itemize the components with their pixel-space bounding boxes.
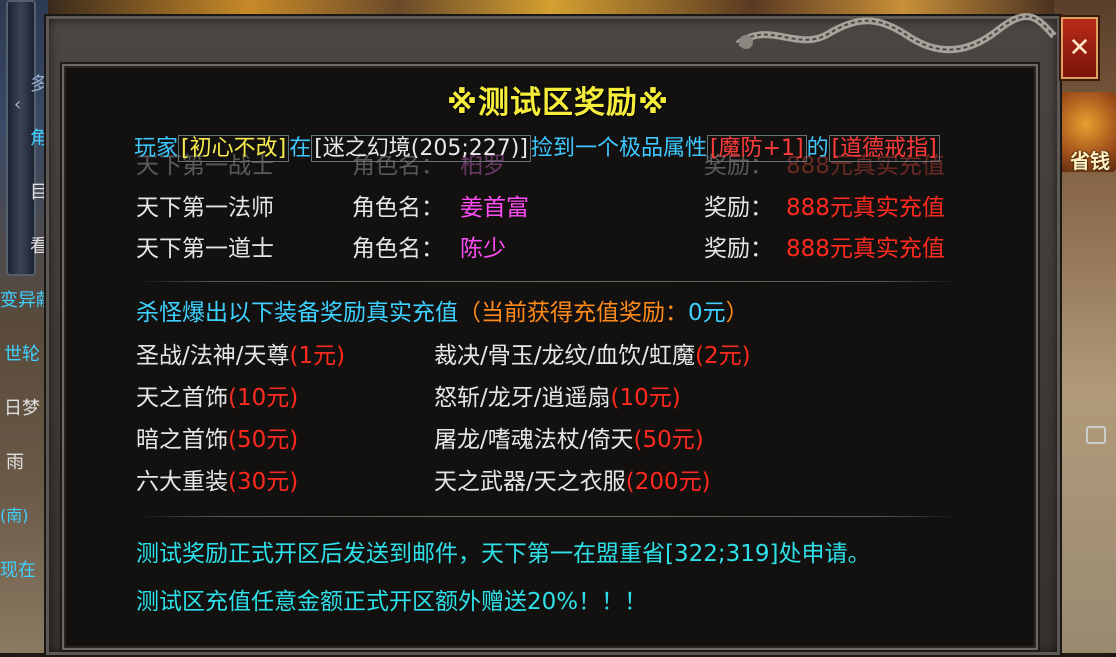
ranking-title: 天下第一道士: [136, 236, 274, 262]
note-text: 测试奖励正式开区后发送到邮件，天下第一在盟重省[322;319]处申请。: [136, 541, 871, 567]
drop-reward-item: 怒斩/龙牙/逍遥扇(10元): [434, 385, 681, 411]
current-reward-suffix: ）: [725, 300, 749, 326]
background-chat-text: 雨: [6, 452, 24, 473]
ranking-name-label: 角色名：: [352, 236, 444, 262]
broadcast-message: 玩家 [初心不改] 在 [迷之幻境(205;227)] 捡到一个极品属性 [魔防+1] 的[…: [134, 132, 940, 166]
ranking-name: 陈少: [460, 236, 506, 262]
broadcast-at: 在: [289, 136, 312, 161]
drop-reward-item: 六大重装(30元): [136, 469, 299, 495]
broadcast-picked: 捡到一个极品属性: [530, 136, 707, 161]
section-divider: [136, 516, 960, 517]
broadcast-player[interactable]: [初心不改]: [178, 135, 290, 162]
current-reward-value: 0元: [688, 300, 726, 326]
chat-icon[interactable]: [1086, 426, 1106, 444]
dragon-ornament-icon: [735, 13, 1057, 54]
close-icon: ✕: [1068, 33, 1091, 63]
background-chat-text: 现在: [0, 560, 36, 581]
drop-rewards-heading: 杀怪爆出以下装备奖励真实充值（当前获得充值奖励：0元）: [136, 299, 749, 327]
drop-reward-item: 圣战/法神/天尊(1元): [136, 343, 346, 369]
background-chat-text: 日梦: [4, 398, 40, 419]
drop-reward-item: 屠龙/嗜魂法杖/倚天(50元): [434, 427, 704, 453]
ranking-title: 天下第一法师: [136, 195, 274, 221]
broadcast-map[interactable]: [迷之幻境(205;227)]: [311, 135, 531, 162]
broadcast-prefix: 玩家: [134, 136, 179, 161]
note-text: 测试区充值任意金额正式开区额外赠送20%！！！: [136, 589, 648, 615]
background-chat-text: 世轮: [4, 344, 40, 365]
drop-reward-item: 天之首饰(10元): [136, 385, 299, 411]
current-reward-prefix: （当前获得充值奖励：: [458, 300, 688, 326]
close-button[interactable]: ✕: [1061, 17, 1098, 79]
section-divider: [136, 281, 960, 282]
ranking-name: 姜首富: [460, 195, 529, 221]
ranking-reward-label: 奖励：: [704, 236, 773, 262]
drop-reward-item: 裁决/骨玉/龙纹/血饮/虹魔(2元): [434, 343, 751, 369]
broadcast-item[interactable]: [道德戒指]: [828, 135, 940, 162]
ranking-name-label: 角色名：: [352, 195, 444, 221]
drop-reward-item: 天之武器/天之衣服(200元): [434, 469, 711, 495]
ranking-reward: 888元真实充值: [786, 236, 945, 262]
background-chat-text: (南): [0, 506, 29, 525]
drop-reward-item: 暗之首饰(50元): [136, 427, 299, 453]
ranking-reward-label: 奖励：: [704, 195, 773, 221]
broadcast-of: 的: [806, 136, 829, 161]
dialog-title: ※测试区奖励※: [446, 85, 670, 121]
drop-rewards-title: 杀怪爆出以下装备奖励真实充值: [136, 300, 458, 326]
broadcast-attribute[interactable]: [魔防+1]: [706, 135, 807, 162]
save-money-label: 省钱: [1070, 149, 1110, 173]
ranking-reward: 888元真实充值: [786, 195, 945, 221]
